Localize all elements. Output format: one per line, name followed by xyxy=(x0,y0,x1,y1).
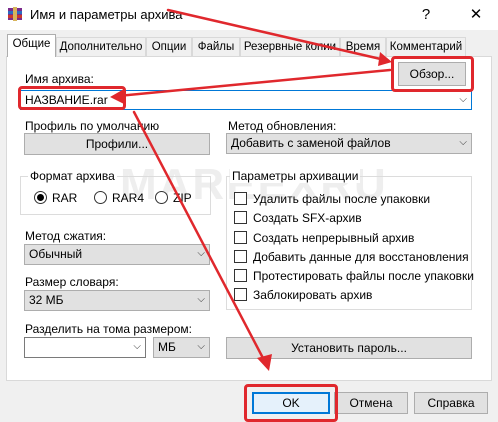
winrar-app-icon xyxy=(8,7,22,21)
cancel-button[interactable]: Отмена xyxy=(334,392,408,414)
archive-name-label: Имя архива: xyxy=(25,72,94,86)
split-size-input[interactable]: ⌵ xyxy=(24,337,146,358)
compression-select[interactable]: Обычный ⌵ xyxy=(24,244,210,265)
split-unit-select[interactable]: МБ ⌵ xyxy=(153,337,210,358)
lock-label: Заблокировать архив xyxy=(253,288,373,302)
tab-options[interactable]: Опции xyxy=(146,37,192,56)
help-title-button[interactable]: ? xyxy=(404,0,448,30)
update-method-value: Добавить с заменой файлов xyxy=(231,136,391,150)
chevron-down-icon: ⌵ xyxy=(197,341,205,352)
highlight-name xyxy=(18,86,126,110)
radio-rar-label: RAR xyxy=(52,191,78,205)
tab-general[interactable]: Общие xyxy=(7,34,56,57)
sfx-label: Создать SFX-архив xyxy=(253,211,362,225)
profile-label: Профиль по умолчанию xyxy=(25,119,160,133)
update-method-label: Метод обновления: xyxy=(228,119,337,133)
recovery-checkbox[interactable] xyxy=(234,250,247,263)
chevron-down-icon: ⌵ xyxy=(197,248,205,259)
chevron-down-icon[interactable]: ⌵ xyxy=(459,91,467,109)
radio-rar[interactable] xyxy=(34,191,47,204)
radio-zip[interactable] xyxy=(155,191,168,204)
test-checkbox[interactable] xyxy=(234,269,247,282)
chevron-down-icon[interactable]: ⌵ xyxy=(133,338,141,356)
profiles-button[interactable]: Профили... xyxy=(24,133,210,155)
highlight-ok xyxy=(244,384,338,422)
chevron-down-icon: ⌵ xyxy=(197,294,205,305)
format-group-title: Формат архива xyxy=(28,169,117,183)
compression-label: Метод сжатия: xyxy=(25,229,107,243)
radio-zip-label: ZIP xyxy=(173,191,192,205)
solid-label: Создать непрерывный архив xyxy=(253,231,415,245)
set-password-button[interactable]: Установить пароль... xyxy=(226,337,472,359)
sfx-checkbox[interactable] xyxy=(234,211,247,224)
dictionary-label: Размер словаря: xyxy=(25,275,119,289)
tab-files[interactable]: Файлы xyxy=(192,37,240,56)
solid-checkbox[interactable] xyxy=(234,231,247,244)
test-label: Протестировать файлы после упаковки xyxy=(253,269,474,283)
delete-files-checkbox[interactable] xyxy=(234,192,247,205)
radio-rar4-label: RAR4 xyxy=(112,191,145,205)
split-unit-value: МБ xyxy=(158,340,176,354)
tab-comment[interactable]: Комментарий xyxy=(386,37,466,56)
recovery-label: Добавить данные для восстановления xyxy=(253,250,469,264)
update-method-select[interactable]: Добавить с заменой файлов ⌵ xyxy=(226,133,472,154)
lock-checkbox[interactable] xyxy=(234,288,247,301)
chevron-down-icon: ⌵ xyxy=(459,137,467,148)
window-title: Имя и параметры архива xyxy=(30,7,183,22)
close-icon[interactable]: ✕ xyxy=(454,0,498,30)
dictionary-select[interactable]: 32 МБ ⌵ xyxy=(24,290,210,311)
help-button[interactable]: Справка xyxy=(414,392,488,414)
options-group-title: Параметры архивации xyxy=(230,169,361,183)
tab-backup[interactable]: Резервные копии xyxy=(240,37,340,56)
highlight-browse xyxy=(391,56,474,92)
tab-advanced[interactable]: Дополнительно xyxy=(56,37,146,56)
delete-files-label: Удалить файлы после упаковки xyxy=(253,192,431,206)
tab-time[interactable]: Время xyxy=(340,37,386,56)
compression-value: Обычный xyxy=(29,247,83,261)
dictionary-value: 32 МБ xyxy=(29,293,64,307)
split-label: Разделить на тома размером: xyxy=(25,322,192,336)
radio-rar4[interactable] xyxy=(94,191,107,204)
